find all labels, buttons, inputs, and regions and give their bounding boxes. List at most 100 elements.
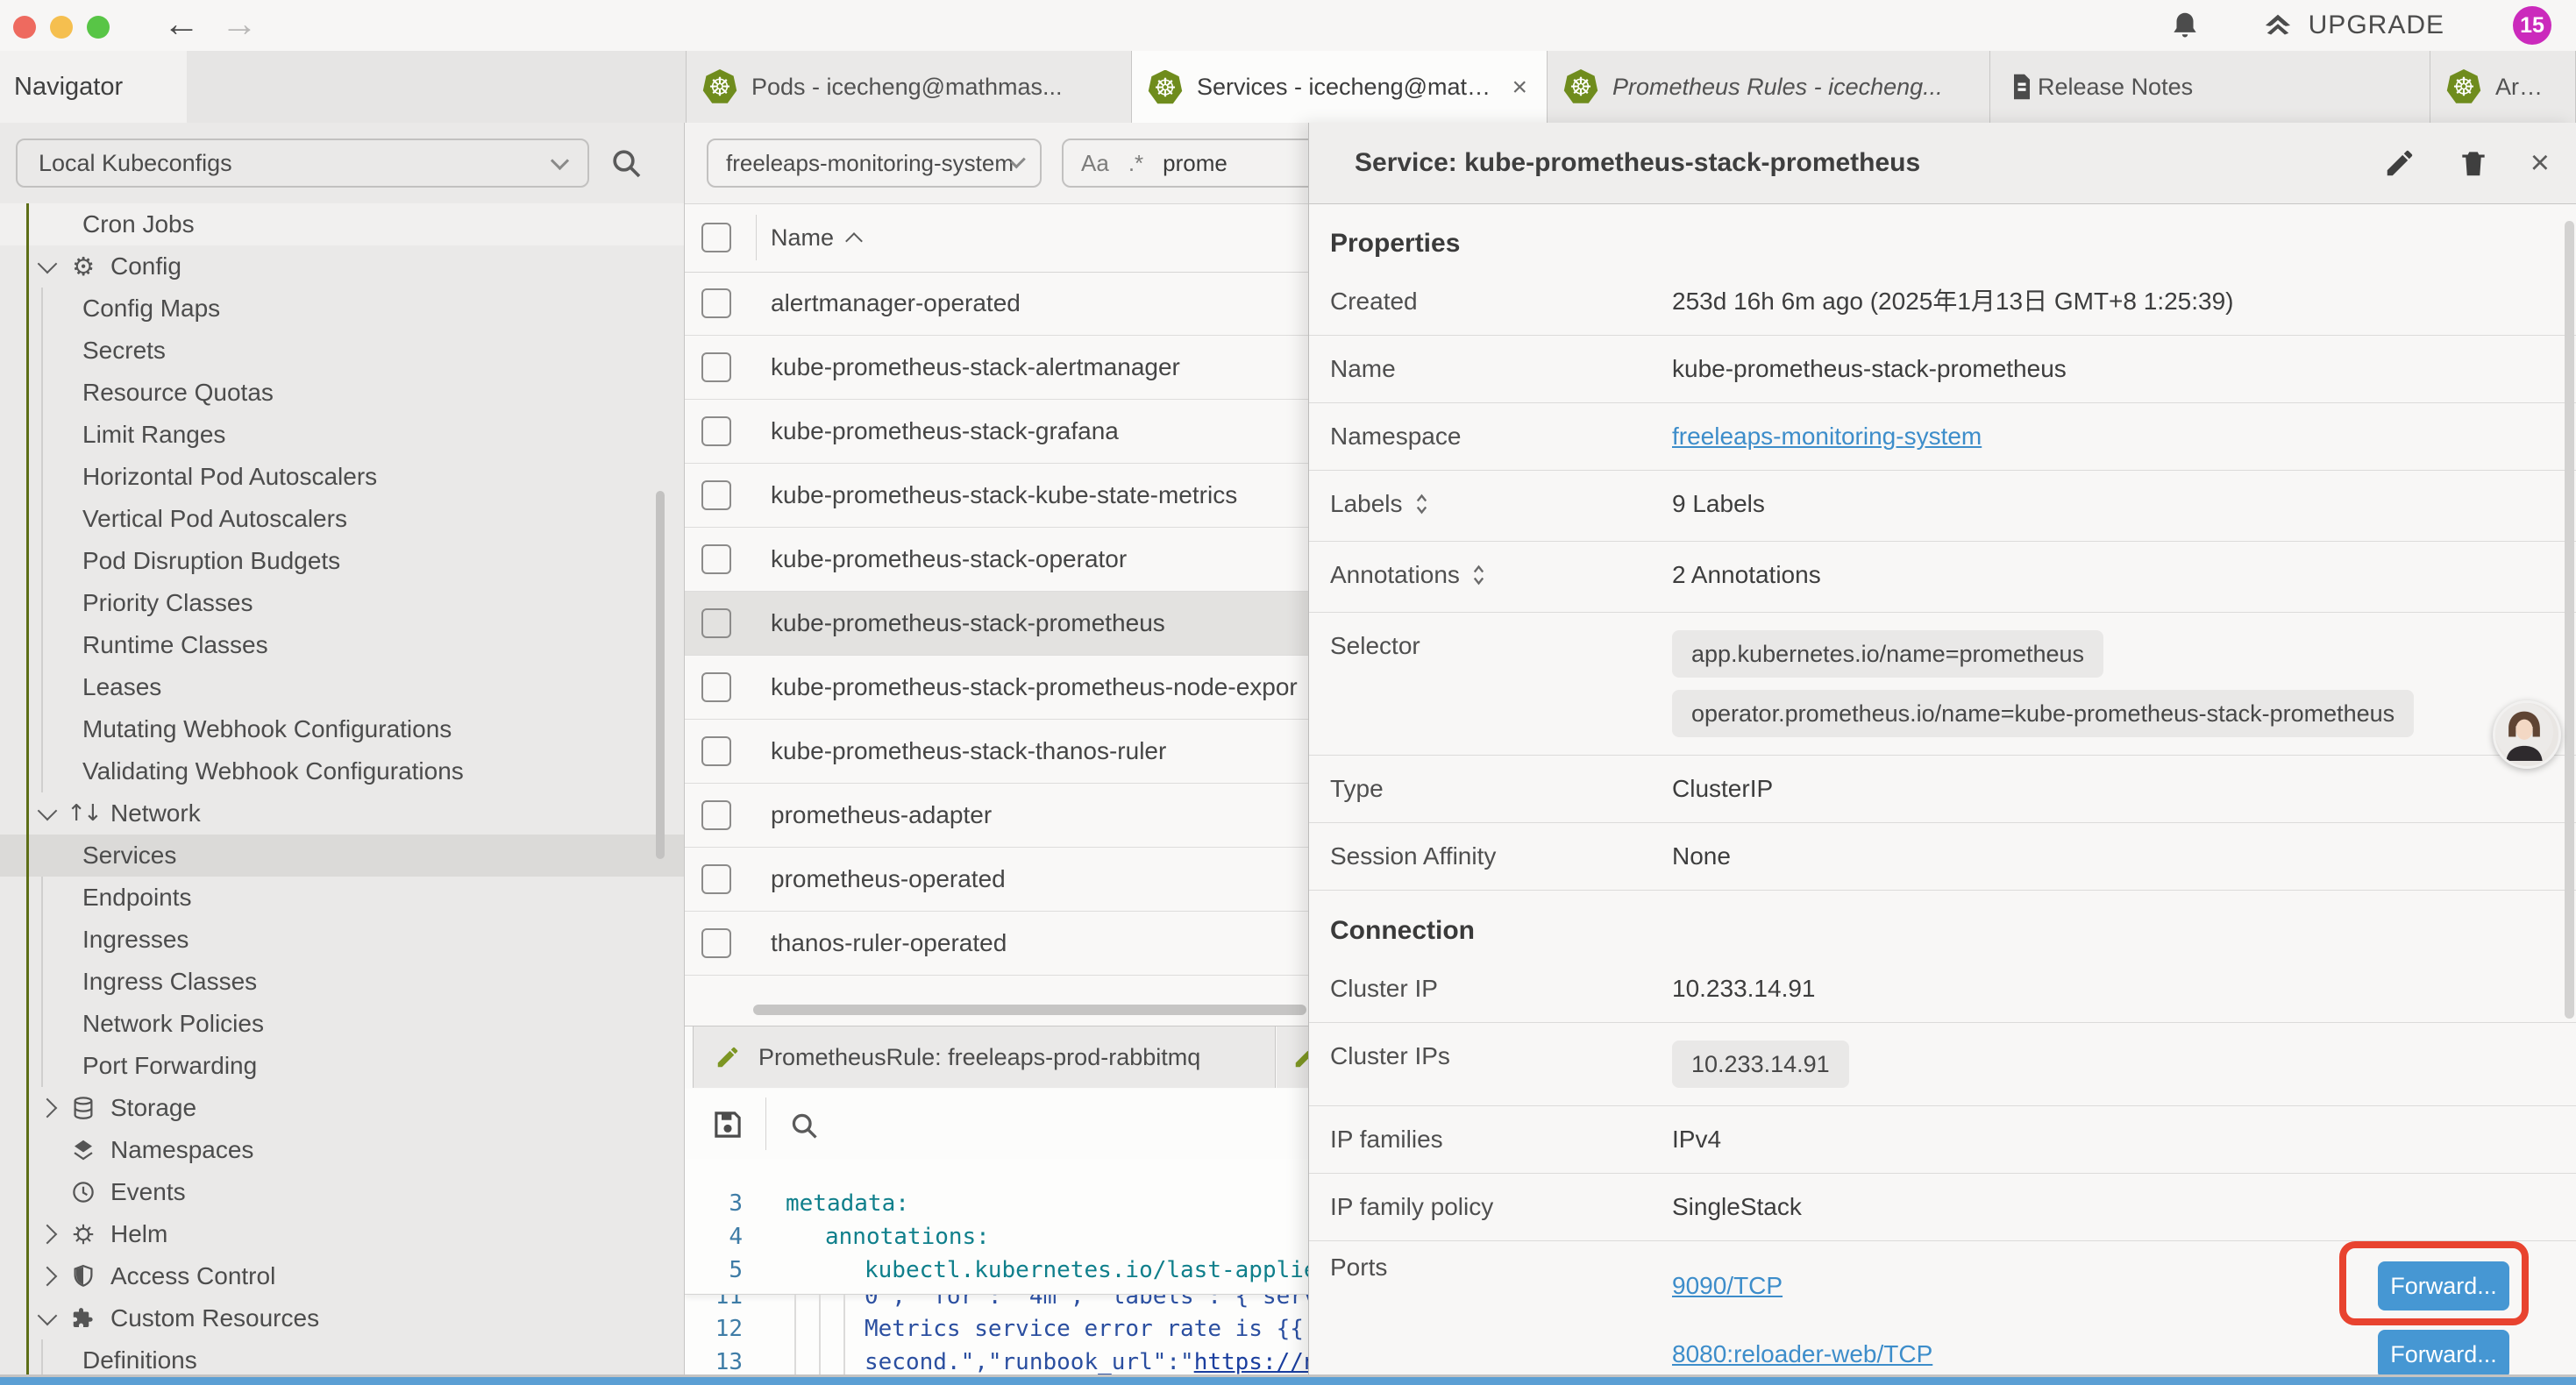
sidebar-item-secrets[interactable]: Secrets	[0, 330, 684, 372]
service-row[interactable]: kube-prometheus-stack-thanos-ruler	[685, 720, 1308, 784]
notifications-bell-icon[interactable]	[2168, 9, 2202, 42]
cluster-tab-1[interactable]: ☸Services - icecheng@math...×	[1132, 51, 1548, 124]
dock-tab-partial[interactable]	[1277, 1026, 1308, 1088]
chevron-down-icon[interactable]	[38, 801, 58, 821]
yaml-editor[interactable]: 3metadata:4annotations:5kubectl.kubernet…	[685, 1159, 1308, 1385]
row-checkbox[interactable]	[701, 800, 731, 830]
row-checkbox[interactable]	[701, 928, 731, 958]
sidebar-item-network[interactable]: ↑↓Network	[0, 792, 684, 835]
row-checkbox[interactable]	[701, 608, 731, 638]
navigator-panel-tab[interactable]: Navigator	[0, 51, 187, 123]
cluster-tab-0[interactable]: ☸Pods - icecheng@mathmas...	[686, 51, 1132, 123]
port-link[interactable]: 9090/TCP	[1672, 1270, 1783, 1302]
close-tab-icon[interactable]: ×	[1494, 73, 1527, 103]
sidebar-item-config[interactable]: ⚙Config	[0, 245, 684, 288]
delete-service-icon[interactable]	[2457, 146, 2490, 180]
service-row[interactable]: kube-prometheus-stack-prometheus	[685, 592, 1308, 656]
upgrade-button[interactable]: UPGRADE	[2259, 7, 2444, 44]
name-column-header[interactable]: Name	[771, 224, 860, 252]
sidebar-item-vertical-pod-autoscalers[interactable]: Vertical Pod Autoscalers	[0, 498, 684, 540]
service-row[interactable]: prometheus-adapter	[685, 784, 1308, 848]
row-checkbox[interactable]	[701, 864, 731, 894]
sidebar-item-custom-resources[interactable]: Custom Resources	[0, 1297, 684, 1339]
sidebar-item-priority-classes[interactable]: Priority Classes	[0, 582, 684, 624]
chevron-down-icon[interactable]	[38, 1306, 58, 1326]
service-row[interactable]: kube-prometheus-stack-kube-state-metrics	[685, 464, 1308, 528]
chevron-right-icon[interactable]	[38, 1098, 58, 1119]
sidebar-item-validating-webhook-configurations[interactable]: Validating Webhook Configurations	[0, 750, 684, 792]
sidebar-item-cron-jobs[interactable]: Cron Jobs	[0, 203, 684, 245]
zoom-window-button[interactable]	[87, 16, 110, 39]
back-button[interactable]: ←	[163, 0, 200, 49]
navigator-scrollbar-thumb[interactable]	[656, 491, 665, 859]
navigator-search-icon[interactable]	[608, 146, 644, 181]
sidebar-item-pod-disruption-budgets[interactable]: Pod Disruption Budgets	[0, 540, 684, 582]
sidebar-item-services[interactable]: Services	[0, 835, 684, 877]
sidebar-item-ingresses[interactable]: Ingresses	[0, 919, 684, 961]
editor-search-icon[interactable]	[788, 1110, 820, 1141]
row-checkbox[interactable]	[701, 544, 731, 574]
sidebar-item-label: Runtime Classes	[82, 631, 268, 659]
row-checkbox[interactable]	[701, 416, 731, 446]
horizontal-scrollbar-thumb[interactable]	[753, 1005, 1306, 1015]
sidebar-item-label: Horizontal Pod Autoscalers	[82, 463, 377, 491]
user-avatar[interactable]	[2493, 700, 2561, 769]
service-row[interactable]: prometheus-operated	[685, 848, 1308, 912]
edit-service-icon[interactable]	[2383, 146, 2416, 180]
close-detail-icon[interactable]: ×	[2530, 146, 2550, 180]
match-case-toggle[interactable]: Aa	[1081, 150, 1109, 177]
cluster-tab-3[interactable]: Release Notes	[1990, 51, 2430, 123]
save-icon[interactable]	[709, 1106, 746, 1143]
port-link[interactable]: 8080:reloader-web/TCP	[1672, 1339, 1932, 1370]
minimize-window-button[interactable]	[50, 16, 73, 39]
cluster-tab-2[interactable]: ☸Prometheus Rules - icecheng...	[1548, 51, 1990, 123]
sidebar-item-network-policies[interactable]: Network Policies	[0, 1003, 684, 1045]
service-row[interactable]: alertmanager-operated	[685, 272, 1308, 336]
sidebar-item-endpoints[interactable]: Endpoints	[0, 877, 684, 919]
kubeconfig-selector[interactable]: Local Kubeconfigs	[16, 138, 589, 188]
sort-toggle-icon[interactable]	[1415, 492, 1428, 523]
sidebar-item-runtime-classes[interactable]: Runtime Classes	[0, 624, 684, 666]
sidebar-item-leases[interactable]: Leases	[0, 666, 684, 708]
chevron-down-icon[interactable]	[38, 254, 58, 274]
select-all-checkbox[interactable]	[701, 223, 731, 252]
row-checkbox[interactable]	[701, 352, 731, 382]
service-row[interactable]: kube-prometheus-stack-alertmanager	[685, 336, 1308, 400]
row-checkbox[interactable]	[701, 480, 731, 510]
sidebar-item-config-maps[interactable]: Config Maps	[0, 288, 684, 330]
dock-tab-prometheusrule[interactable]: PrometheusRule: freeleaps-prod-rabbitmq	[693, 1026, 1276, 1088]
row-checkbox[interactable]	[701, 288, 731, 318]
forward-button[interactable]: Forward...	[2378, 1261, 2509, 1310]
sidebar-item-label: Storage	[110, 1094, 196, 1122]
sidebar-item-helm[interactable]: Helm	[0, 1213, 684, 1255]
service-row[interactable]: thanos-ruler-operated	[685, 912, 1308, 976]
forward-button[interactable]: Forward...	[2378, 1330, 2509, 1374]
services-search-input[interactable]: Aa .* prome	[1062, 138, 1308, 188]
sidebar-item-events[interactable]: Events	[0, 1171, 684, 1213]
sidebar-item-ingress-classes[interactable]: Ingress Classes	[0, 961, 684, 1003]
sidebar-item-mutating-webhook-configurations[interactable]: Mutating Webhook Configurations	[0, 708, 684, 750]
sidebar-item-storage[interactable]: Storage	[0, 1087, 684, 1129]
cluster-tab-4[interactable]: ☸Argo Se	[2430, 51, 2576, 123]
sidebar-item-limit-ranges[interactable]: Limit Ranges	[0, 414, 684, 456]
chevron-right-icon[interactable]	[38, 1267, 58, 1287]
sidebar-item-port-forwarding[interactable]: Port Forwarding	[0, 1045, 684, 1087]
namespace-link[interactable]: freeleaps-monitoring-system	[1672, 423, 1982, 450]
service-row[interactable]: kube-prometheus-stack-grafana	[685, 400, 1308, 464]
notification-count-badge[interactable]: 15	[2513, 6, 2551, 45]
close-window-button[interactable]	[13, 16, 36, 39]
sidebar-item-horizontal-pod-autoscalers[interactable]: Horizontal Pod Autoscalers	[0, 456, 684, 498]
service-row[interactable]: kube-prometheus-stack-prometheus-node-ex…	[685, 656, 1308, 720]
chevron-right-icon[interactable]	[38, 1225, 58, 1245]
row-checkbox[interactable]	[701, 672, 731, 702]
forward-button[interactable]: →	[221, 0, 258, 49]
detail-scrollbar-thumb[interactable]	[2565, 221, 2574, 1019]
sort-toggle-icon[interactable]	[1472, 563, 1485, 594]
sidebar-item-namespaces[interactable]: Namespaces	[0, 1129, 684, 1171]
sidebar-item-access-control[interactable]: Access Control	[0, 1255, 684, 1297]
namespace-selector[interactable]: freeleaps-monitoring-system	[707, 138, 1042, 188]
sidebar-item-resource-quotas[interactable]: Resource Quotas	[0, 372, 684, 414]
row-checkbox[interactable]	[701, 736, 731, 766]
service-row[interactable]: kube-prometheus-stack-operator	[685, 528, 1308, 592]
regex-toggle[interactable]: .*	[1128, 150, 1143, 177]
